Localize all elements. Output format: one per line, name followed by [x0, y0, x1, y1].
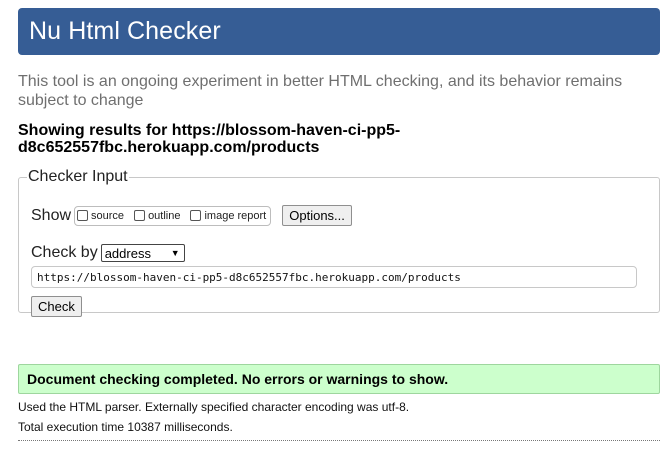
source-label: source — [91, 209, 125, 222]
outline-checkbox[interactable] — [134, 210, 146, 221]
show-image-report-option[interactable]: image report — [190, 210, 266, 222]
options-button[interactable]: Options... — [282, 205, 352, 226]
page-title: Nu Html Checker — [29, 17, 221, 45]
check-by-select[interactable]: address ▼ — [100, 244, 185, 262]
success-message: Document checking completed. No errors o… — [18, 364, 660, 394]
showing-results-heading: Showing results for https://blossom-have… — [18, 122, 401, 156]
outline-label: outline — [148, 209, 181, 222]
check-by-label: Check by — [31, 244, 98, 261]
show-label: Show — [31, 206, 72, 224]
image-report-checkbox[interactable] — [190, 210, 202, 221]
show-options-group: source outline image report — [74, 205, 272, 226]
check-by-value: address — [104, 245, 151, 261]
parser-info: Used the HTML parser. Externally specifi… — [18, 400, 410, 414]
image-report-label: image report — [204, 209, 267, 222]
source-checkbox[interactable] — [77, 210, 89, 221]
show-source-option[interactable]: source — [77, 210, 124, 222]
show-row: Show source outline image report Options… — [31, 205, 352, 226]
check-button[interactable]: Check — [31, 296, 82, 317]
check-by-row: Check by address ▼ — [31, 244, 185, 262]
execution-time: Total execution time 10387 milliseconds. — [18, 420, 233, 434]
app-header: Nu Html Checker — [18, 8, 660, 55]
checker-input-fieldset: Checker Input Show source outline image … — [18, 168, 660, 317]
url-input[interactable]: https://blossom-haven-ci-pp5-d8c652557fb… — [31, 266, 637, 288]
divider — [18, 440, 660, 441]
show-outline-option[interactable]: outline — [134, 210, 180, 222]
intro-text: This tool is an ongoing experiment in be… — [18, 73, 623, 109]
checker-input-legend: Checker Input — [28, 168, 128, 185]
chevron-down-icon: ▼ — [170, 248, 180, 258]
